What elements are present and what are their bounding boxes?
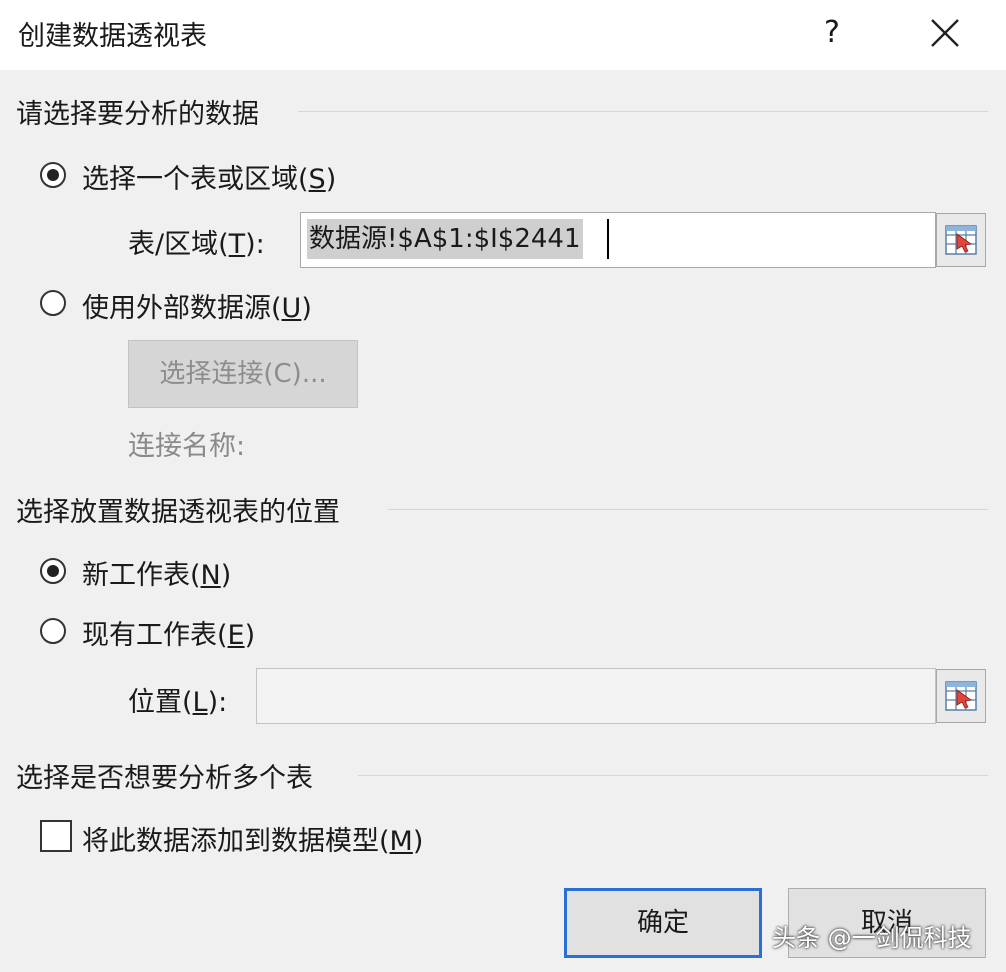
separator xyxy=(388,509,988,510)
access-key: E xyxy=(227,620,245,651)
close-icon xyxy=(931,19,959,47)
radio-existing-worksheet-label[interactable]: 现有工作表(E) xyxy=(82,613,255,652)
help-button[interactable]: ? xyxy=(812,10,852,56)
separator xyxy=(298,111,988,112)
radio-external-source-label[interactable]: 使用外部数据源(U) xyxy=(82,286,312,325)
radio-external-source[interactable] xyxy=(40,290,66,316)
add-to-data-model-label[interactable]: 将此数据添加到数据模型(M) xyxy=(82,819,423,858)
location-label: 位置(L): xyxy=(128,680,227,719)
access-key: L xyxy=(192,687,208,718)
radio-selected-dot xyxy=(47,169,59,181)
title-bar: 创建数据透视表 ? xyxy=(0,0,1006,70)
label-text: 新工作表( xyxy=(82,560,201,591)
radio-selected-dot xyxy=(47,565,59,577)
separator xyxy=(358,775,988,776)
access-key: S xyxy=(308,164,326,195)
label-end: ) xyxy=(220,560,232,591)
label-text: 将此数据添加到数据模型( xyxy=(82,826,390,857)
location-input xyxy=(256,668,936,724)
section-heading-location: 选择放置数据透视表的位置 xyxy=(16,497,340,528)
location-picker-button xyxy=(936,669,986,723)
access-key: N xyxy=(200,560,221,591)
range-picker-button[interactable] xyxy=(936,213,986,267)
choose-connection-button: 选择连接(C)... xyxy=(128,340,358,408)
label-end: ): xyxy=(245,229,265,260)
watermark: 头条 @一剑侃科技 xyxy=(772,924,972,952)
dialog-title: 创建数据透视表 xyxy=(18,21,207,52)
label-text: 使用外部数据源( xyxy=(82,293,282,324)
label-end: ) xyxy=(412,826,424,857)
range-select-icon xyxy=(945,225,977,255)
access-key: M xyxy=(389,826,413,857)
label-end: ): xyxy=(207,687,228,718)
range-select-icon xyxy=(945,681,977,711)
label-end: ) xyxy=(301,293,312,324)
section-heading-source: 请选择要分析的数据 xyxy=(16,99,259,130)
label-text: 选择一个表或区域( xyxy=(82,164,309,195)
access-key: U xyxy=(281,293,302,324)
ok-button[interactable]: 确定 xyxy=(564,888,762,958)
radio-existing-worksheet[interactable] xyxy=(40,618,66,644)
range-input-value: 数据源!$A$1:$I$2441 xyxy=(307,219,583,259)
access-key: T xyxy=(228,229,246,260)
label-text: 现有工作表( xyxy=(82,620,228,651)
add-to-data-model-checkbox[interactable] xyxy=(40,820,72,852)
radio-new-worksheet[interactable] xyxy=(40,558,66,584)
radio-new-worksheet-label[interactable]: 新工作表(N) xyxy=(82,553,231,592)
section-heading-multiple: 选择是否想要分析多个表 xyxy=(16,763,313,794)
connection-name-label: 连接名称: xyxy=(128,431,246,462)
label-end: ) xyxy=(244,620,256,651)
label-text: 位置( xyxy=(128,687,193,718)
radio-select-table-label[interactable]: 选择一个表或区域(S) xyxy=(82,157,336,196)
range-input[interactable]: 数据源!$A$1:$I$2441 xyxy=(300,212,936,268)
radio-select-table[interactable] xyxy=(40,162,66,188)
close-button[interactable] xyxy=(920,8,970,58)
range-label: 表/区域(T): xyxy=(128,222,265,261)
text-caret xyxy=(607,219,609,259)
label-end: ) xyxy=(325,164,337,195)
label-text: 表/区域( xyxy=(128,229,229,260)
